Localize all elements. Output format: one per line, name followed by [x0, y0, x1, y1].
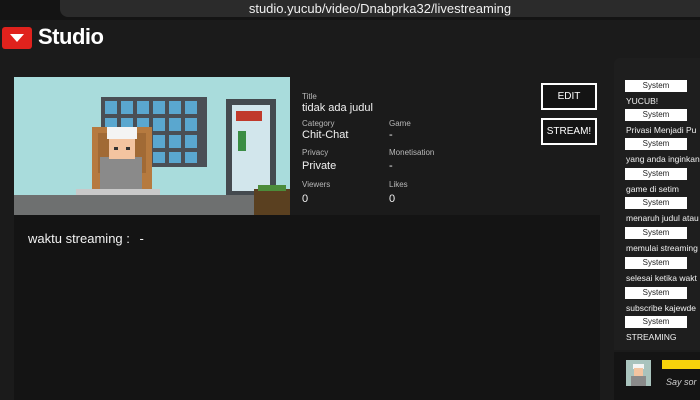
app-header: Studio	[0, 20, 700, 56]
play-logo-icon[interactable]	[2, 27, 32, 49]
title-value: tidak ada judul	[302, 102, 373, 114]
video-info: Title tidak ada judul Category Chit-Chat…	[290, 77, 600, 215]
chat-user-badge: System	[625, 138, 687, 150]
viewers-value: 0	[302, 193, 309, 205]
chat-user-badge: System	[625, 197, 687, 209]
category-label: Category	[302, 119, 335, 128]
brand-title[interactable]: Studio	[38, 24, 104, 50]
chat-accent-bar	[662, 360, 700, 369]
streaming-time-value: -	[139, 231, 144, 246]
video-thumbnail[interactable]	[14, 77, 290, 215]
chat-text: Privasi Menjadi Pu	[626, 125, 697, 135]
chat-user-badge: System	[625, 80, 687, 92]
title-label: Title	[302, 92, 317, 101]
chat-text: game di setim	[626, 184, 679, 194]
chat-text: yang anda inginkan	[626, 154, 700, 164]
chat-user-badge: System	[625, 316, 687, 328]
chat-user-badge: System	[625, 109, 687, 121]
edit-button[interactable]: EDIT	[541, 83, 597, 110]
game-value: -	[389, 129, 393, 141]
streaming-status: waktu streaming : -	[14, 219, 600, 400]
avatar	[626, 360, 651, 386]
chat-input[interactable]: Say sor	[666, 377, 697, 387]
monetisation-label: Monetisation	[389, 148, 435, 157]
chat-text: YUCUB!	[626, 96, 659, 106]
privacy-label: Privacy	[302, 148, 329, 157]
chat-user-badge: System	[625, 287, 687, 299]
streaming-time-label: waktu streaming :	[28, 231, 130, 246]
chat-text: menaruh judul atau	[626, 213, 699, 223]
chat-text: STREAMING	[626, 332, 677, 342]
chat-user-badge: System	[625, 257, 687, 269]
chat-text: subscribe kajewde	[626, 303, 696, 313]
chat-text: selesai ketika wakt	[626, 273, 697, 283]
viewers-label: Viewers	[302, 180, 331, 189]
stream-button[interactable]: STREAM!	[541, 118, 597, 145]
chat-user-badge: System	[625, 227, 687, 239]
studio-screen: studio.yucub/video/Dnabprka32/livestream…	[0, 0, 700, 400]
game-label: Game	[389, 119, 411, 128]
privacy-value: Private	[302, 160, 337, 172]
monetisation-value: -	[389, 160, 393, 172]
streaming-time: waktu streaming : -	[28, 231, 144, 246]
url-bar[interactable]: studio.yucub/video/Dnabprka32/livestream…	[60, 0, 700, 17]
chat-composer: Say sor	[614, 352, 700, 400]
category-value: Chit-Chat	[302, 129, 349, 141]
likes-label: Likes	[389, 180, 408, 189]
stream-panel: Title tidak ada judul Category Chit-Chat…	[14, 77, 600, 400]
likes-value: 0	[389, 193, 396, 205]
chat-user-badge: System	[625, 168, 687, 180]
chat-panel[interactable]: System YUCUB! System Privasi Menjadi Pu …	[614, 58, 700, 350]
browser-toolbar: studio.yucub/video/Dnabprka32/livestream…	[0, 0, 700, 20]
chat-text: memulai streaming	[626, 243, 698, 253]
